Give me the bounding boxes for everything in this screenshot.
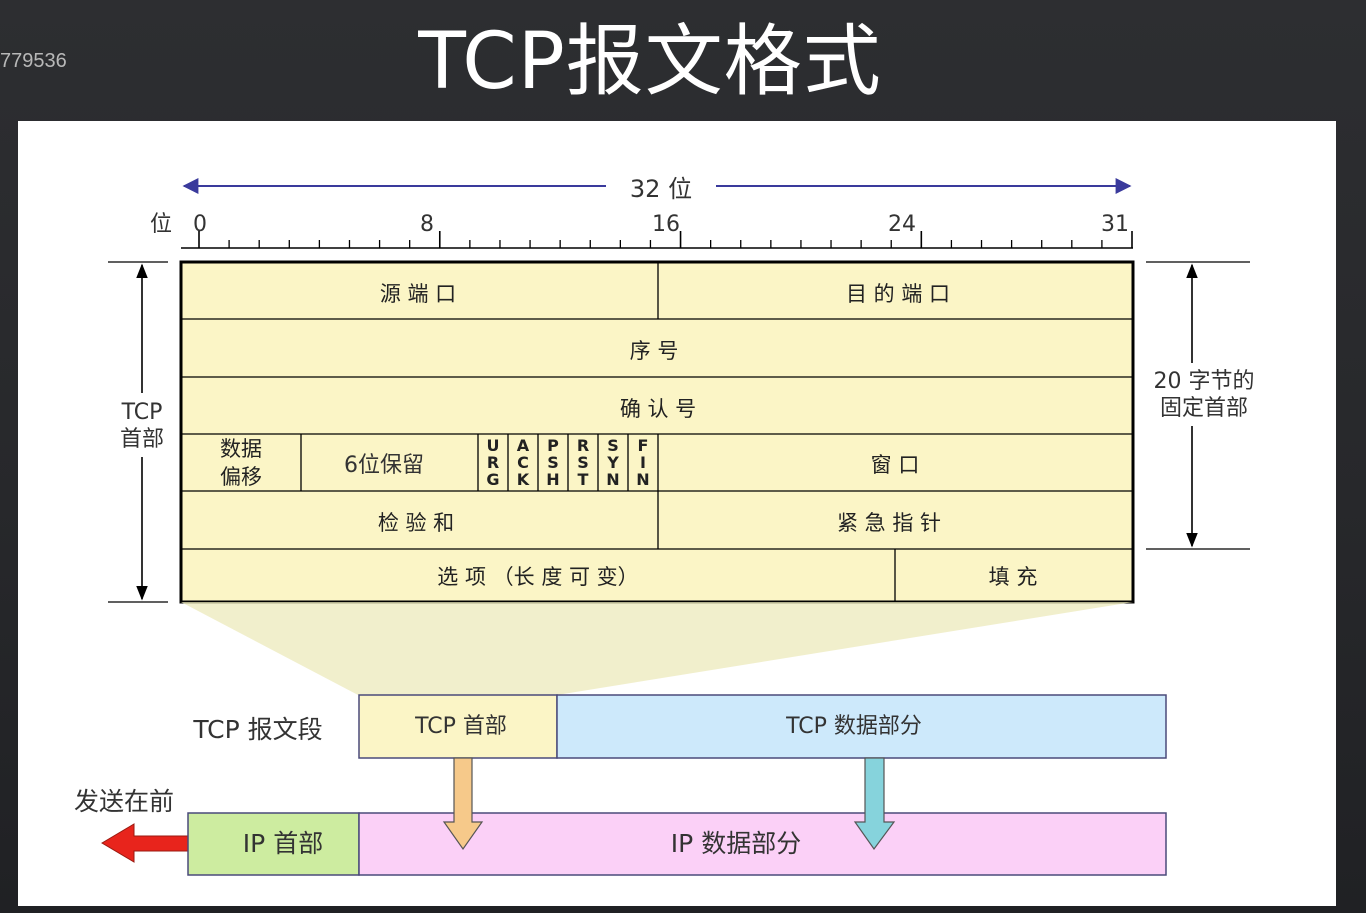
diagram-panel: 32 位 位 0 8 16 24 31 源 端 口 目 的 端 口 序 号 确 … (18, 121, 1336, 906)
slide-title: TCP报文格式 (418, 17, 882, 107)
field-dst-port: 目 的 端 口 (846, 282, 950, 306)
label-tcp-header-line2: 首部 (120, 427, 164, 452)
segment-header-text: TCP 首部 (414, 714, 507, 739)
field-checksum: 检 验 和 (378, 511, 454, 535)
flag-rst: RST (577, 436, 589, 489)
ip-datagram-bar: 发送在前 IP 首部 IP 数据部分 (74, 787, 1167, 876)
label-fixed-header-line1: 20 字节的 (1154, 369, 1255, 394)
width-label: 32 位 (630, 175, 692, 203)
field-seq: 序 号 (630, 339, 679, 363)
ip-data-text: IP 数据部分 (671, 829, 801, 858)
send-direction-arrow (101, 823, 189, 863)
label-fixed-header-line2: 固定首部 (1160, 396, 1248, 421)
field-data-offset-line2: 偏移 (220, 465, 262, 489)
tick-label-16: 16 (652, 212, 680, 237)
field-window: 窗 口 (871, 453, 920, 477)
tick-label-0: 0 (193, 212, 207, 237)
field-padding: 填 充 (989, 565, 1038, 589)
right-dimension: 20 字节的 固定首部 (1146, 261, 1255, 550)
tick-label-31: 31 (1101, 212, 1129, 237)
field-reserved: 6位保留 (344, 453, 424, 478)
field-urgent-pointer: 紧 急 指 针 (837, 511, 941, 535)
label-tcp-header-line1: TCP (121, 400, 163, 425)
field-src-port: 源 端 口 (380, 282, 456, 306)
ip-header-text: IP 首部 (243, 829, 323, 858)
tcp-segment-bar: TCP 报文段 TCP 首部 TCP 数据部分 (192, 694, 1167, 759)
flag-psh: PSH (546, 436, 559, 489)
tcp-header-table: 源 端 口 目 的 端 口 序 号 确 认 号 数据 偏移 6位保留 U R G A C… (179, 260, 1135, 604)
segment-data-text: TCP 数据部分 (785, 714, 922, 739)
field-ack-num: 确 认 号 (620, 397, 696, 421)
left-dimension: TCP 首部 (108, 261, 168, 603)
tick-label-24: 24 (888, 212, 916, 237)
field-options: 选 项 （长 度 可 变） (437, 565, 638, 589)
field-data-offset-line1: 数据 (220, 437, 262, 461)
flag-urg: URG (486, 436, 499, 489)
tcp-format-diagram: 32 位 位 0 8 16 24 31 源 端 口 目 的 端 口 序 号 确 … (74, 175, 1255, 876)
flag-syn: SYN (606, 436, 619, 489)
projection-wedge (181, 602, 1133, 695)
bit-scale: 32 位 位 0 8 16 24 31 (150, 175, 1133, 249)
flag-ack: ACK (517, 436, 530, 489)
send-first-label: 发送在前 (74, 787, 174, 816)
segment-label: TCP 报文段 (192, 715, 322, 744)
bit-axis-label: 位 (150, 212, 172, 237)
tick-label-8: 8 (420, 212, 434, 237)
